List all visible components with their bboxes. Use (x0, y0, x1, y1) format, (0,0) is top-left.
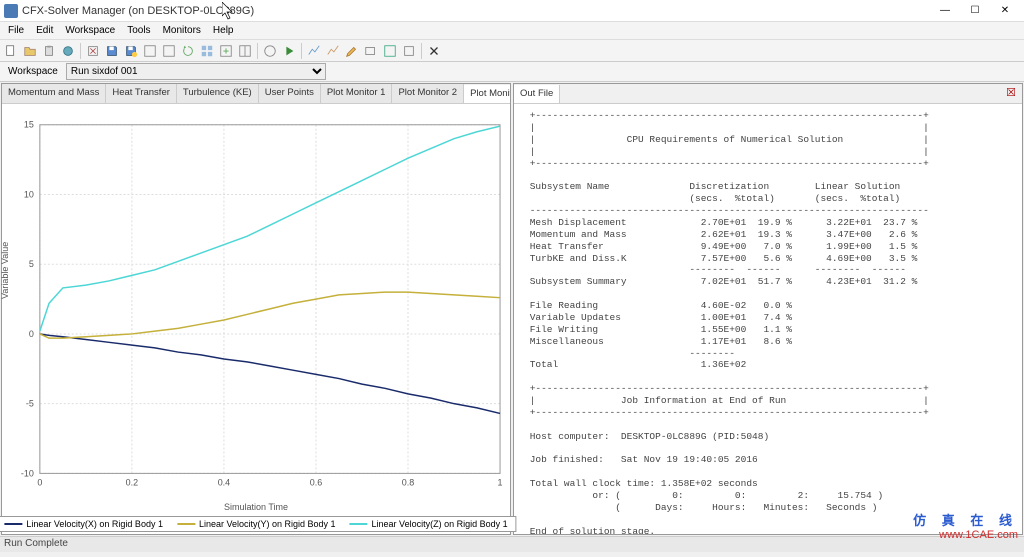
tab-userpoints[interactable]: User Points (259, 84, 321, 103)
toolbar (0, 40, 1024, 62)
zoom-icon[interactable] (362, 42, 380, 60)
tab-momentum[interactable]: Momentum and Mass (2, 84, 106, 103)
y-axis-label: Variable Value (0, 242, 10, 299)
chart-legend: Linear Velocity(X) on Rigid Body 1 Linea… (0, 516, 517, 532)
close-workspace-icon[interactable] (84, 42, 102, 60)
start-icon[interactable] (141, 42, 159, 60)
tab-pm3[interactable]: Plot Monitor 3 (464, 85, 510, 104)
x-axis-label: Simulation Time (224, 502, 288, 512)
workspace-select[interactable]: Run sixdof 001 (66, 63, 326, 80)
stop-icon[interactable] (160, 42, 178, 60)
output-pane: Out File ☒ +----------------------------… (513, 83, 1023, 535)
play-icon[interactable] (280, 42, 298, 60)
svg-text:5: 5 (29, 259, 34, 269)
menu-monitors[interactable]: Monitors (157, 23, 207, 38)
svg-text:-10: -10 (21, 468, 34, 478)
legend-item-x: Linear Velocity(X) on Rigid Body 1 (4, 519, 163, 529)
output-text[interactable]: +---------------------------------------… (514, 104, 1022, 534)
separator (301, 43, 302, 59)
svg-text:0.8: 0.8 (402, 477, 414, 487)
save-as-icon[interactable] (122, 42, 140, 60)
minimize-button[interactable]: — (930, 1, 960, 21)
body: Momentum and Mass Heat Transfer Turbulen… (0, 82, 1024, 536)
monitor2-icon[interactable] (324, 42, 342, 60)
refresh-icon[interactable] (179, 42, 197, 60)
globe-icon[interactable] (59, 42, 77, 60)
svg-text:15: 15 (24, 120, 34, 130)
close-button[interactable]: ✕ (990, 1, 1020, 21)
workspace-label: Workspace (4, 66, 62, 77)
titlebar: CFX-Solver Manager (on DESKTOP-0LC889G) … (0, 0, 1024, 22)
chart-area[interactable]: Variable Value 0 0.2 0.4 0.6 0.8 1 -10 -5 0 5 10 15… (2, 104, 510, 534)
svg-text:1: 1 (498, 477, 503, 487)
svg-text:10: 10 (24, 189, 34, 199)
maximize-button[interactable]: ☐ (960, 1, 990, 21)
open-icon[interactable] (21, 42, 39, 60)
menu-workspace[interactable]: Workspace (59, 23, 121, 38)
layout-icon[interactable] (236, 42, 254, 60)
edit-icon[interactable] (343, 42, 361, 60)
menu-tools[interactable]: Tools (121, 23, 156, 38)
separator (257, 43, 258, 59)
menubar: File Edit Workspace Tools Monitors Help (0, 22, 1024, 40)
tab-pm1[interactable]: Plot Monitor 1 (321, 84, 393, 103)
tab-turbulence[interactable]: Turbulence (KE) (177, 84, 259, 103)
close-x-icon[interactable] (425, 42, 443, 60)
watermark: 仿 真 在 线 www.1CAE.com (913, 510, 1018, 541)
svg-text:0: 0 (29, 329, 34, 339)
legend-item-y: Linear Velocity(Y) on Rigid Body 1 (177, 519, 336, 529)
svg-text:0.2: 0.2 (126, 477, 138, 487)
add-icon[interactable] (217, 42, 235, 60)
tab-pm2[interactable]: Plot Monitor 2 (392, 84, 464, 103)
svg-text:0.4: 0.4 (218, 477, 230, 487)
chart-svg: 0 0.2 0.4 0.6 0.8 1 -10 -5 0 5 10 15 (2, 104, 510, 534)
save-icon[interactable] (103, 42, 121, 60)
tab-outfile[interactable]: Out File (514, 85, 560, 104)
output-tabs: Out File ☒ (514, 84, 1022, 104)
separator (80, 43, 81, 59)
plot-tabs: Momentum and Mass Heat Transfer Turbulen… (2, 84, 510, 104)
workspace-bar: Workspace Run sixdof 001 (0, 62, 1024, 82)
svg-text:0: 0 (37, 477, 42, 487)
close-output-icon[interactable]: ☒ (1000, 84, 1022, 103)
paste-icon[interactable] (40, 42, 58, 60)
app-icon (4, 4, 18, 18)
statusbar: Run Complete (0, 536, 1024, 552)
run-icon[interactable] (261, 42, 279, 60)
settings-icon[interactable] (400, 42, 418, 60)
window-title: CFX-Solver Manager (on DESKTOP-0LC889G) (22, 5, 930, 17)
menu-edit[interactable]: Edit (30, 23, 59, 38)
separator (421, 43, 422, 59)
grid-icon[interactable] (198, 42, 216, 60)
fullscreen-icon[interactable] (381, 42, 399, 60)
monitor1-icon[interactable] (305, 42, 323, 60)
svg-text:0.6: 0.6 (310, 477, 322, 487)
tab-heat[interactable]: Heat Transfer (106, 84, 177, 103)
new-icon[interactable] (2, 42, 20, 60)
svg-text:-5: -5 (26, 399, 34, 409)
menu-help[interactable]: Help (207, 23, 240, 38)
legend-item-z: Linear Velocity(Z) on Rigid Body 1 (350, 519, 508, 529)
menu-file[interactable]: File (2, 23, 30, 38)
plot-pane: Momentum and Mass Heat Transfer Turbulen… (1, 83, 511, 535)
window-controls: — ☐ ✕ (930, 1, 1020, 21)
